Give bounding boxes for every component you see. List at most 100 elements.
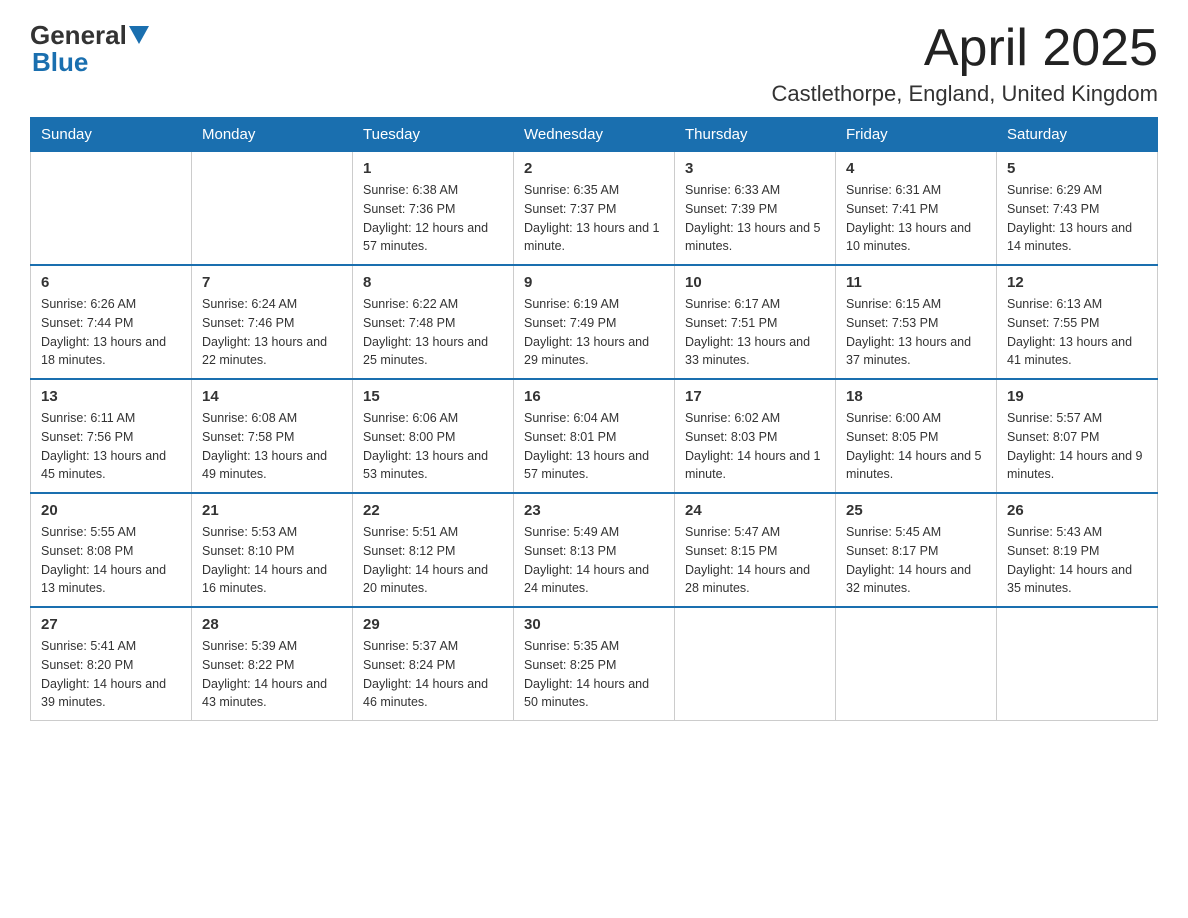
day-number: 19 bbox=[1007, 388, 1147, 405]
day-info: Sunrise: 6:29 AMSunset: 7:43 PMDaylight:… bbox=[1007, 181, 1147, 256]
day-number: 24 bbox=[685, 502, 825, 519]
day-info: Sunrise: 6:26 AMSunset: 7:44 PMDaylight:… bbox=[41, 295, 181, 370]
calendar-day-cell: 15Sunrise: 6:06 AMSunset: 8:00 PMDayligh… bbox=[353, 379, 514, 493]
column-header-monday: Monday bbox=[192, 118, 353, 152]
day-number: 14 bbox=[202, 388, 342, 405]
calendar-day-cell: 25 Sunrise: 5:45 AMSunset: 8:17 PMDayligh… bbox=[836, 493, 997, 607]
calendar-day-cell bbox=[675, 607, 836, 721]
day-info: Sunrise: 5:53 AMSunset: 8:10 PMDaylight:… bbox=[202, 523, 342, 598]
calendar-week-row: 13 Sunrise: 6:11 AMSunset: 7:56 PMDayligh… bbox=[31, 379, 1158, 493]
calendar-day-cell: 5 Sunrise: 6:29 AMSunset: 7:43 PMDaylight… bbox=[997, 152, 1158, 266]
calendar-day-cell: 16Sunrise: 6:04 AMSunset: 8:01 PMDayligh… bbox=[514, 379, 675, 493]
column-header-wednesday: Wednesday bbox=[514, 118, 675, 152]
calendar-day-cell: 8 Sunrise: 6:22 AMSunset: 7:48 PMDaylight… bbox=[353, 265, 514, 379]
day-number: 17 bbox=[685, 388, 825, 405]
day-info: Sunrise: 6:00 AMSunset: 8:05 PMDaylight:… bbox=[846, 409, 986, 484]
day-number: 18 bbox=[846, 388, 986, 405]
calendar-day-cell: 17 Sunrise: 6:02 AMSunset: 8:03 PMDayligh… bbox=[675, 379, 836, 493]
day-info: Sunrise: 6:19 AMSunset: 7:49 PMDaylight:… bbox=[524, 295, 664, 370]
calendar-day-cell bbox=[192, 152, 353, 266]
day-number: 26 bbox=[1007, 502, 1147, 519]
day-number: 23 bbox=[524, 502, 664, 519]
day-info: Sunrise: 5:43 AMSunset: 8:19 PMDaylight:… bbox=[1007, 523, 1147, 598]
calendar-day-cell bbox=[31, 152, 192, 266]
calendar-day-cell: 6 Sunrise: 6:26 AMSunset: 7:44 PMDaylight… bbox=[31, 265, 192, 379]
day-number: 3 bbox=[685, 160, 825, 177]
calendar-day-cell: 7 Sunrise: 6:24 AMSunset: 7:46 PMDaylight… bbox=[192, 265, 353, 379]
calendar-day-cell: 1 Sunrise: 6:38 AMSunset: 7:36 PMDaylight… bbox=[353, 152, 514, 266]
day-number: 8 bbox=[363, 274, 503, 291]
column-header-thursday: Thursday bbox=[675, 118, 836, 152]
day-number: 7 bbox=[202, 274, 342, 291]
day-info: Sunrise: 5:49 AMSunset: 8:13 PMDaylight:… bbox=[524, 523, 664, 598]
logo-blue-text: Blue bbox=[30, 47, 88, 78]
calendar-day-cell: 19 Sunrise: 5:57 AMSunset: 8:07 PMDayligh… bbox=[997, 379, 1158, 493]
day-info: Sunrise: 6:02 AMSunset: 8:03 PMDaylight:… bbox=[685, 409, 825, 484]
column-header-saturday: Saturday bbox=[997, 118, 1158, 152]
day-number: 22 bbox=[363, 502, 503, 519]
logo: General Blue bbox=[30, 20, 149, 78]
day-info: Sunrise: 6:31 AMSunset: 7:41 PMDaylight:… bbox=[846, 181, 986, 256]
calendar-day-cell: 23 Sunrise: 5:49 AMSunset: 8:13 PMDayligh… bbox=[514, 493, 675, 607]
logo-triangle-icon bbox=[129, 26, 149, 44]
calendar-day-cell bbox=[997, 607, 1158, 721]
day-info: Sunrise: 6:38 AMSunset: 7:36 PMDaylight:… bbox=[363, 181, 503, 256]
calendar-day-cell: 30 Sunrise: 5:35 AMSunset: 8:25 PMDayligh… bbox=[514, 607, 675, 721]
day-info: Sunrise: 6:08 AMSunset: 7:58 PMDaylight:… bbox=[202, 409, 342, 484]
calendar-day-cell: 11 Sunrise: 6:15 AMSunset: 7:53 PMDayligh… bbox=[836, 265, 997, 379]
day-number: 16 bbox=[524, 388, 664, 405]
day-info: Sunrise: 5:45 AMSunset: 8:17 PMDaylight:… bbox=[846, 523, 986, 598]
calendar-day-cell: 4 Sunrise: 6:31 AMSunset: 7:41 PMDaylight… bbox=[836, 152, 997, 266]
calendar-day-cell: 13 Sunrise: 6:11 AMSunset: 7:56 PMDayligh… bbox=[31, 379, 192, 493]
calendar-header-row: SundayMondayTuesdayWednesdayThursdayFrid… bbox=[31, 118, 1158, 152]
day-number: 28 bbox=[202, 616, 342, 633]
page-header: General Blue April 2025 Castlethorpe, En… bbox=[30, 20, 1158, 107]
title-area: April 2025 Castlethorpe, England, United… bbox=[772, 20, 1158, 107]
day-number: 13 bbox=[41, 388, 181, 405]
day-info: Sunrise: 5:41 AMSunset: 8:20 PMDaylight:… bbox=[41, 637, 181, 712]
day-number: 6 bbox=[41, 274, 181, 291]
calendar-day-cell: 26 Sunrise: 5:43 AMSunset: 8:19 PMDayligh… bbox=[997, 493, 1158, 607]
calendar-week-row: 1 Sunrise: 6:38 AMSunset: 7:36 PMDaylight… bbox=[31, 152, 1158, 266]
day-number: 20 bbox=[41, 502, 181, 519]
day-number: 30 bbox=[524, 616, 664, 633]
calendar-day-cell: 18 Sunrise: 6:00 AMSunset: 8:05 PMDayligh… bbox=[836, 379, 997, 493]
day-info: Sunrise: 5:35 AMSunset: 8:25 PMDaylight:… bbox=[524, 637, 664, 712]
calendar-day-cell: 27Sunrise: 5:41 AMSunset: 8:20 PMDayligh… bbox=[31, 607, 192, 721]
day-number: 1 bbox=[363, 160, 503, 177]
day-number: 2 bbox=[524, 160, 664, 177]
day-number: 5 bbox=[1007, 160, 1147, 177]
column-header-friday: Friday bbox=[836, 118, 997, 152]
month-title: April 2025 bbox=[772, 20, 1158, 77]
calendar-day-cell: 21 Sunrise: 5:53 AMSunset: 8:10 PMDayligh… bbox=[192, 493, 353, 607]
day-number: 4 bbox=[846, 160, 986, 177]
day-number: 11 bbox=[846, 274, 986, 291]
calendar-day-cell: 28 Sunrise: 5:39 AMSunset: 8:22 PMDayligh… bbox=[192, 607, 353, 721]
day-info: Sunrise: 6:33 AMSunset: 7:39 PMDaylight:… bbox=[685, 181, 825, 256]
day-info: Sunrise: 6:15 AMSunset: 7:53 PMDaylight:… bbox=[846, 295, 986, 370]
calendar-day-cell: 3 Sunrise: 6:33 AMSunset: 7:39 PMDaylight… bbox=[675, 152, 836, 266]
calendar-table: SundayMondayTuesdayWednesdayThursdayFrid… bbox=[30, 117, 1158, 721]
day-info: Sunrise: 6:22 AMSunset: 7:48 PMDaylight:… bbox=[363, 295, 503, 370]
location-title: Castlethorpe, England, United Kingdom bbox=[772, 81, 1158, 107]
day-number: 21 bbox=[202, 502, 342, 519]
day-info: Sunrise: 5:37 AMSunset: 8:24 PMDaylight:… bbox=[363, 637, 503, 712]
day-info: Sunrise: 6:06 AMSunset: 8:00 PMDaylight:… bbox=[363, 409, 503, 484]
calendar-day-cell: 12Sunrise: 6:13 AMSunset: 7:55 PMDayligh… bbox=[997, 265, 1158, 379]
day-number: 25 bbox=[846, 502, 986, 519]
day-info: Sunrise: 6:11 AMSunset: 7:56 PMDaylight:… bbox=[41, 409, 181, 484]
day-info: Sunrise: 6:35 AMSunset: 7:37 PMDaylight:… bbox=[524, 181, 664, 256]
column-header-sunday: Sunday bbox=[31, 118, 192, 152]
day-info: Sunrise: 5:47 AMSunset: 8:15 PMDaylight:… bbox=[685, 523, 825, 598]
day-info: Sunrise: 6:17 AMSunset: 7:51 PMDaylight:… bbox=[685, 295, 825, 370]
day-info: Sunrise: 5:55 AMSunset: 8:08 PMDaylight:… bbox=[41, 523, 181, 598]
day-number: 12 bbox=[1007, 274, 1147, 291]
day-info: Sunrise: 5:57 AMSunset: 8:07 PMDaylight:… bbox=[1007, 409, 1147, 484]
day-info: Sunrise: 5:39 AMSunset: 8:22 PMDaylight:… bbox=[202, 637, 342, 712]
calendar-day-cell: 2 Sunrise: 6:35 AMSunset: 7:37 PMDaylight… bbox=[514, 152, 675, 266]
day-info: Sunrise: 6:24 AMSunset: 7:46 PMDaylight:… bbox=[202, 295, 342, 370]
calendar-day-cell: 14 Sunrise: 6:08 AMSunset: 7:58 PMDayligh… bbox=[192, 379, 353, 493]
calendar-day-cell: 29Sunrise: 5:37 AMSunset: 8:24 PMDayligh… bbox=[353, 607, 514, 721]
day-number: 10 bbox=[685, 274, 825, 291]
calendar-day-cell: 9Sunrise: 6:19 AMSunset: 7:49 PMDaylight… bbox=[514, 265, 675, 379]
